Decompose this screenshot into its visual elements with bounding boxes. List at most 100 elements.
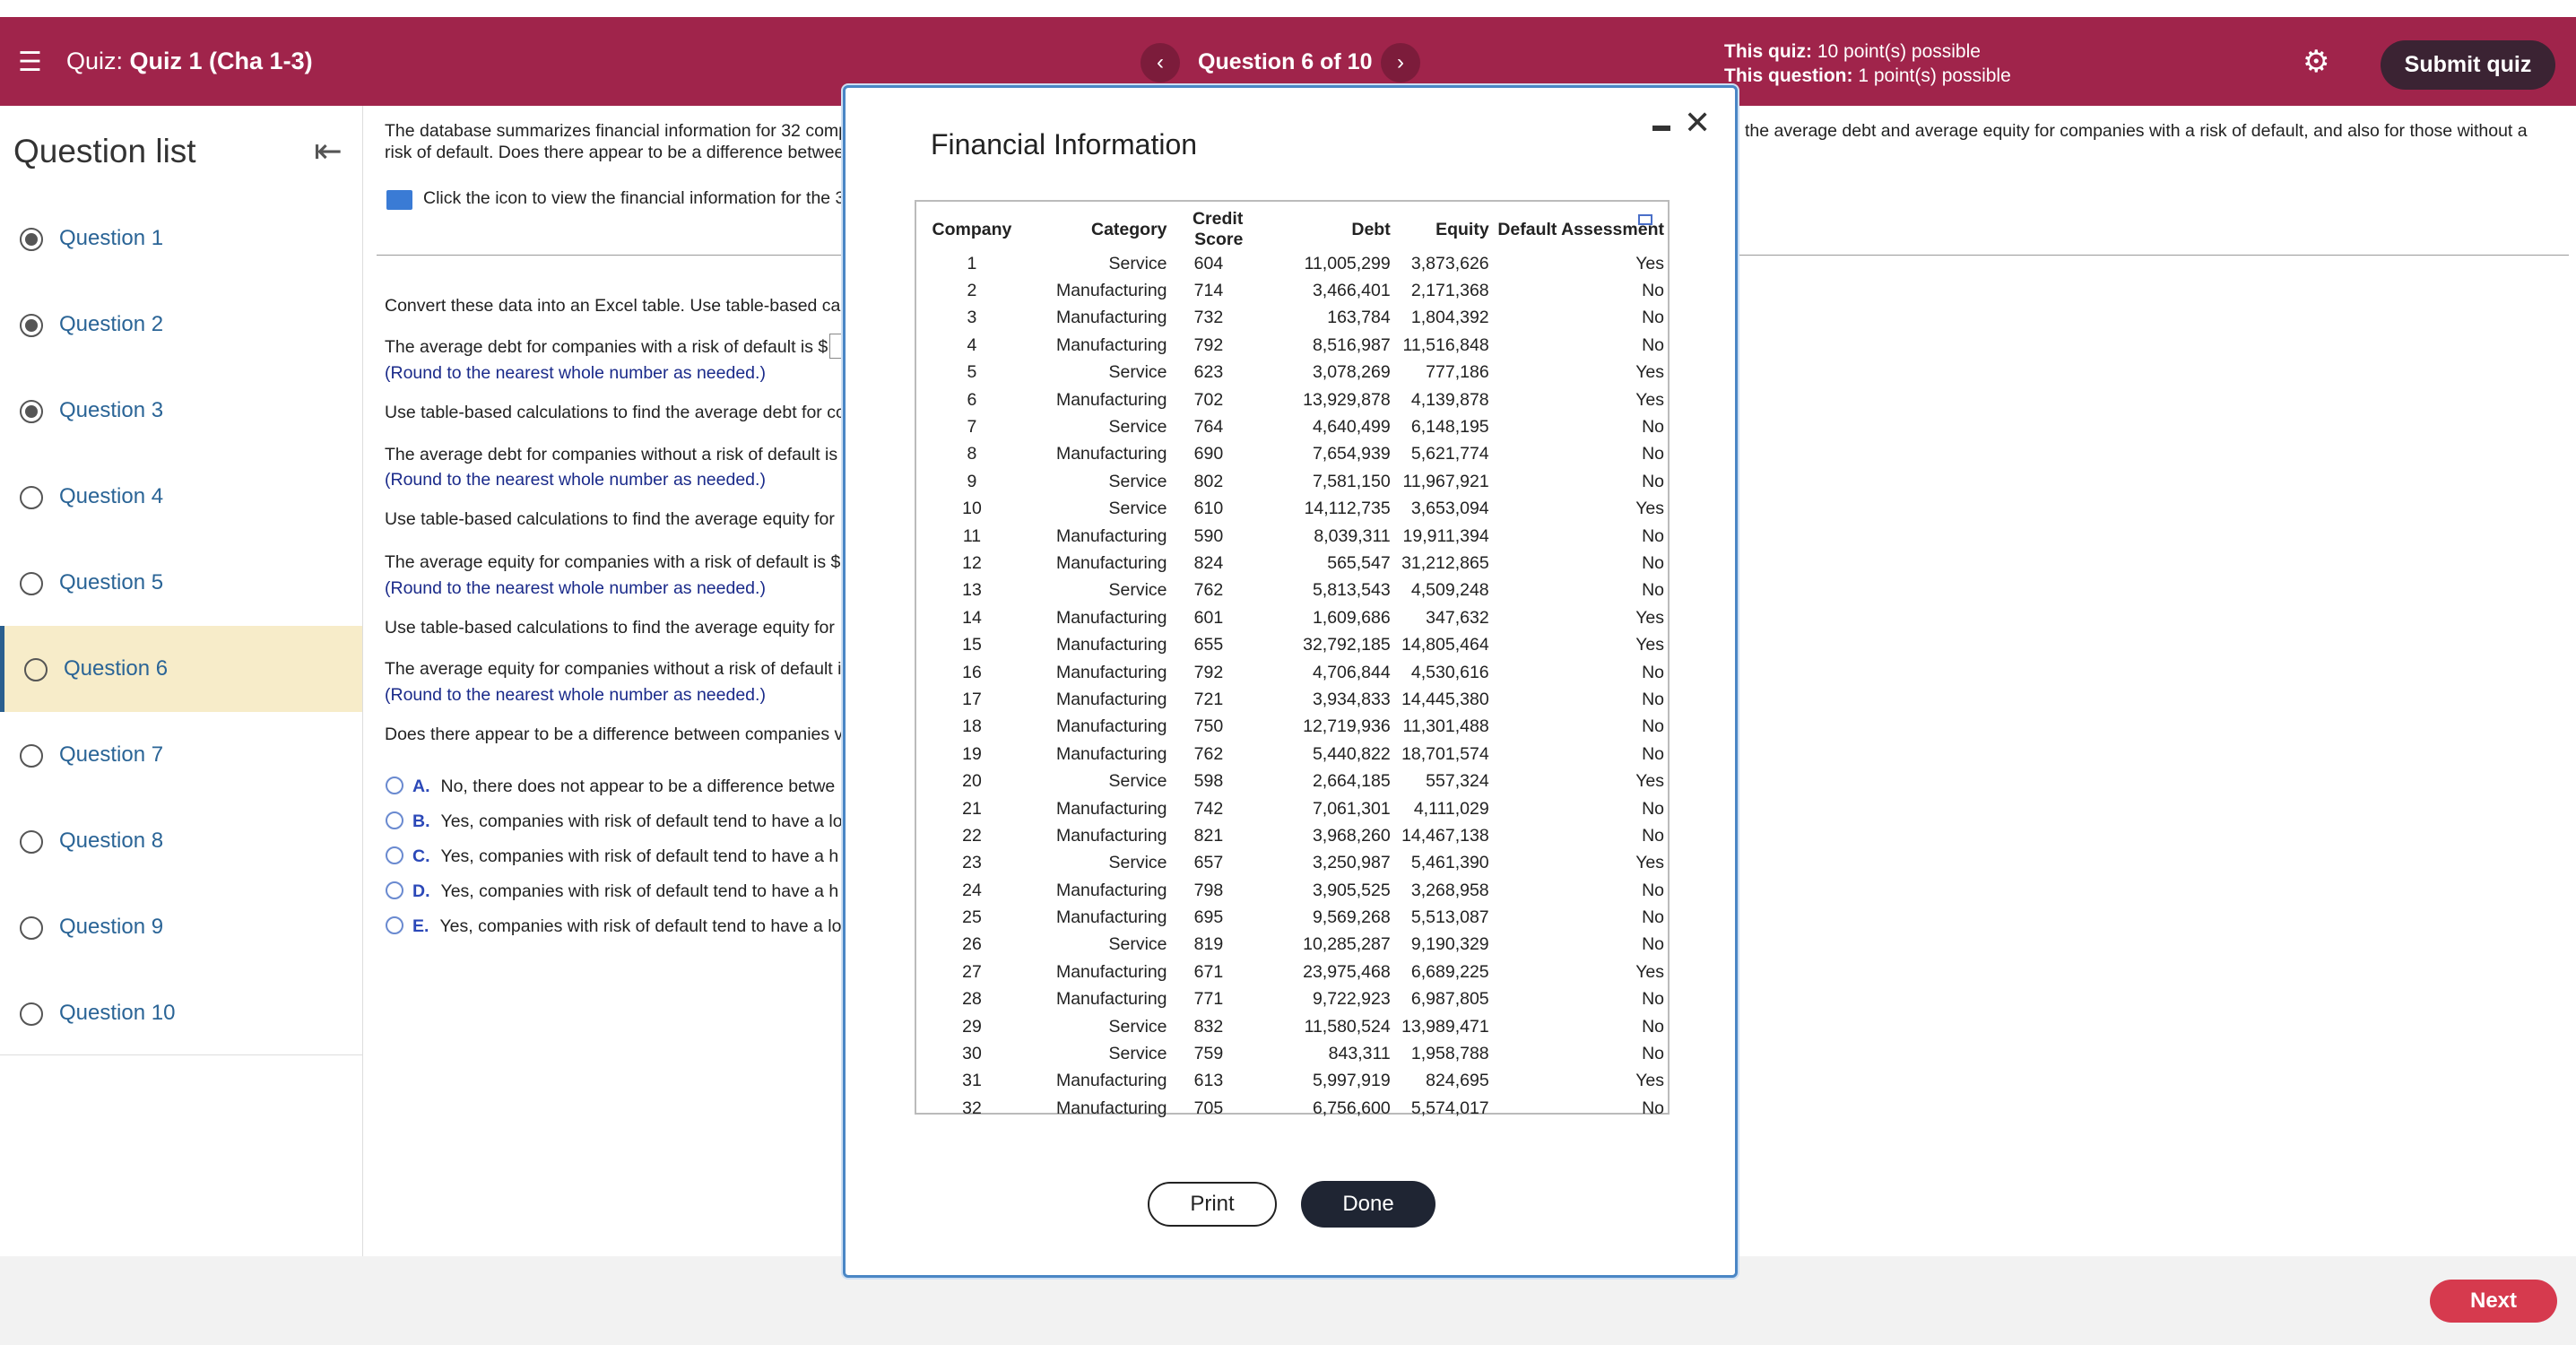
table-cell: 3,968,260 (1312, 825, 1391, 846)
chevron-right-icon[interactable]: › (1381, 43, 1420, 82)
chevron-left-icon[interactable]: ‹ (1141, 43, 1180, 82)
answer-option-b[interactable]: B. Yes, companies with risk of default te… (386, 811, 843, 832)
table-cell: No (1642, 417, 1664, 438)
table-row: 15 Manufacturing 655 32,792,185 14,805,464 Ye… (925, 631, 1668, 658)
hamburger-icon[interactable]: ☰ (18, 49, 42, 76)
minimize-icon[interactable] (1652, 126, 1670, 131)
table-cell: 9 (967, 471, 977, 491)
table-row: 17 Manufacturing 721 3,934,833 14,445,380 No (925, 686, 1668, 713)
table-row: 24 Manufacturing 798 3,905,525 3,268,958 No (925, 877, 1668, 904)
table-cell: Manufacturing (1055, 798, 1167, 819)
table-cell: 25 (962, 907, 982, 928)
radio-button[interactable] (386, 881, 403, 899)
sidebar-item-question-9[interactable]: Question 9 (0, 884, 362, 970)
table-cell: 8,039,311 (1314, 525, 1391, 546)
option-letter: A. (412, 777, 430, 796)
radio-button[interactable] (386, 846, 403, 864)
round-note: (Round to the nearest whole number as ne… (385, 685, 766, 705)
table-cell: No (1642, 825, 1664, 846)
table-cell: Manufacturing (1055, 525, 1167, 546)
table-cell: 2 (967, 281, 977, 301)
radio-button[interactable] (386, 777, 403, 794)
sidebar-item-label: Question 8 (59, 829, 164, 853)
table-cell: 792 (1193, 334, 1224, 355)
sidebar-item-question-10[interactable]: Question 10 (0, 970, 362, 1056)
table-cell: 29 (962, 1016, 982, 1037)
answer-option-d[interactable]: D. Yes, companies with risk of default te… (386, 881, 838, 902)
table-cell: 4,640,499 (1312, 417, 1391, 438)
status-radio-icon (20, 400, 43, 423)
table-cell: 3 (967, 308, 977, 328)
table-cell: Yes (1635, 771, 1664, 792)
calc-instruction: Use table-based calculations to find the… (385, 403, 845, 422)
collapse-left-icon[interactable]: ⇤ (314, 131, 343, 171)
option-letter: E. (412, 916, 429, 936)
sidebar-item-question-2[interactable]: Question 2 (0, 282, 362, 368)
sidebar-item-question-5[interactable]: Question 5 (0, 540, 362, 626)
radio-button[interactable] (386, 916, 403, 934)
table-cell: 30 (962, 1044, 982, 1064)
table-row: 22 Manufacturing 821 3,968,260 14,467,138 No (925, 822, 1668, 849)
copy-icon[interactable] (1638, 214, 1652, 225)
table-cell: 14,805,464 (1401, 635, 1489, 655)
option-text: Yes, companies with risk of default tend… (440, 846, 839, 866)
column-header: Credit Score (1192, 209, 1244, 249)
quiz-name: Quiz 1 (Cha 1-3) (129, 48, 313, 74)
table-cell: 23,975,468 (1303, 961, 1391, 982)
table-cell: 9,190,329 (1410, 934, 1489, 955)
table-cell: 4,706,844 (1312, 662, 1391, 682)
answer-option-a[interactable]: A. No, there does not appear to be a diff… (386, 777, 835, 797)
table-cell: No (1642, 907, 1664, 928)
table-cell: 721 (1193, 689, 1224, 709)
print-button[interactable]: Print (1148, 1182, 1277, 1227)
radio-button[interactable] (386, 811, 403, 829)
table-cell: No (1642, 471, 1664, 491)
table-row: 2 Manufacturing 714 3,466,401 2,171,368 No (925, 277, 1668, 304)
table-cell: Yes (1635, 499, 1664, 519)
table-icon[interactable] (386, 190, 412, 210)
table-row: 7 Service 764 4,640,499 6,148,195 No (925, 413, 1668, 440)
table-cell: 843,311 (1328, 1044, 1391, 1064)
table-cell: 14,445,380 (1401, 689, 1489, 709)
table-row: 16 Manufacturing 792 4,706,844 4,530,616 No (925, 659, 1668, 686)
sidebar-item-question-3[interactable]: Question 3 (0, 368, 362, 454)
table-cell: Manufacturing (1055, 716, 1167, 737)
table-cell: 1,609,686 (1312, 607, 1391, 628)
table-cell: 732 (1193, 308, 1224, 328)
difference-question: Does there appear to be a difference bet… (385, 725, 844, 744)
table-cell: No (1642, 716, 1664, 737)
sidebar-item-question-1[interactable]: Question 1 (0, 195, 362, 282)
submit-quiz-button[interactable]: Submit quiz (2381, 40, 2555, 90)
table-cell: 557,324 (1426, 771, 1489, 792)
table-row: 25 Manufacturing 695 9,569,268 5,513,087 No (925, 904, 1668, 931)
table-cell: 4,139,878 (1410, 389, 1489, 410)
question-counter: Question 6 of 10 (1198, 49, 1373, 74)
table-cell: No (1642, 281, 1664, 301)
sidebar-item-label: Question 10 (59, 1001, 176, 1025)
close-icon[interactable]: ✕ (1684, 104, 1711, 142)
status-radio-icon (20, 744, 43, 768)
table-row: 10 Service 610 14,112,735 3,653,094 Yes (925, 496, 1668, 523)
table-row: 19 Manufacturing 762 5,440,822 18,701,574 No (925, 741, 1668, 768)
sidebar-item-question-8[interactable]: Question 8 (0, 798, 362, 884)
answer-option-e[interactable]: E. Yes, companies with risk of default te… (386, 916, 841, 937)
question-avg-equity-no-default: The average equity for companies without… (385, 659, 842, 679)
table-cell: No (1642, 1044, 1664, 1064)
gear-icon[interactable]: ⚙ (2303, 44, 2329, 80)
done-button[interactable]: Done (1301, 1181, 1435, 1228)
table-cell: 764 (1193, 417, 1224, 438)
column-header: Category (1091, 219, 1167, 239)
table-cell: 3,466,401 (1312, 281, 1391, 301)
next-button[interactable]: Next (2430, 1280, 2557, 1323)
sidebar-item-question-6[interactable]: Question 6 (0, 626, 362, 712)
question-points: 1 point(s) possible (1858, 65, 2011, 86)
table-cell: 613 (1193, 1071, 1224, 1091)
status-radio-icon (24, 658, 48, 681)
option-text: No, there does not appear to be a differ… (440, 777, 836, 796)
table-cell: 4,111,029 (1413, 798, 1489, 819)
calc-instruction: Use table-based calculations to find the… (385, 509, 835, 529)
answer-option-c[interactable]: C. Yes, companies with risk of default te… (386, 846, 838, 867)
sidebar-item-question-7[interactable]: Question 7 (0, 712, 362, 798)
sidebar-item-question-4[interactable]: Question 4 (0, 454, 362, 540)
table-cell: Service (1108, 499, 1167, 519)
